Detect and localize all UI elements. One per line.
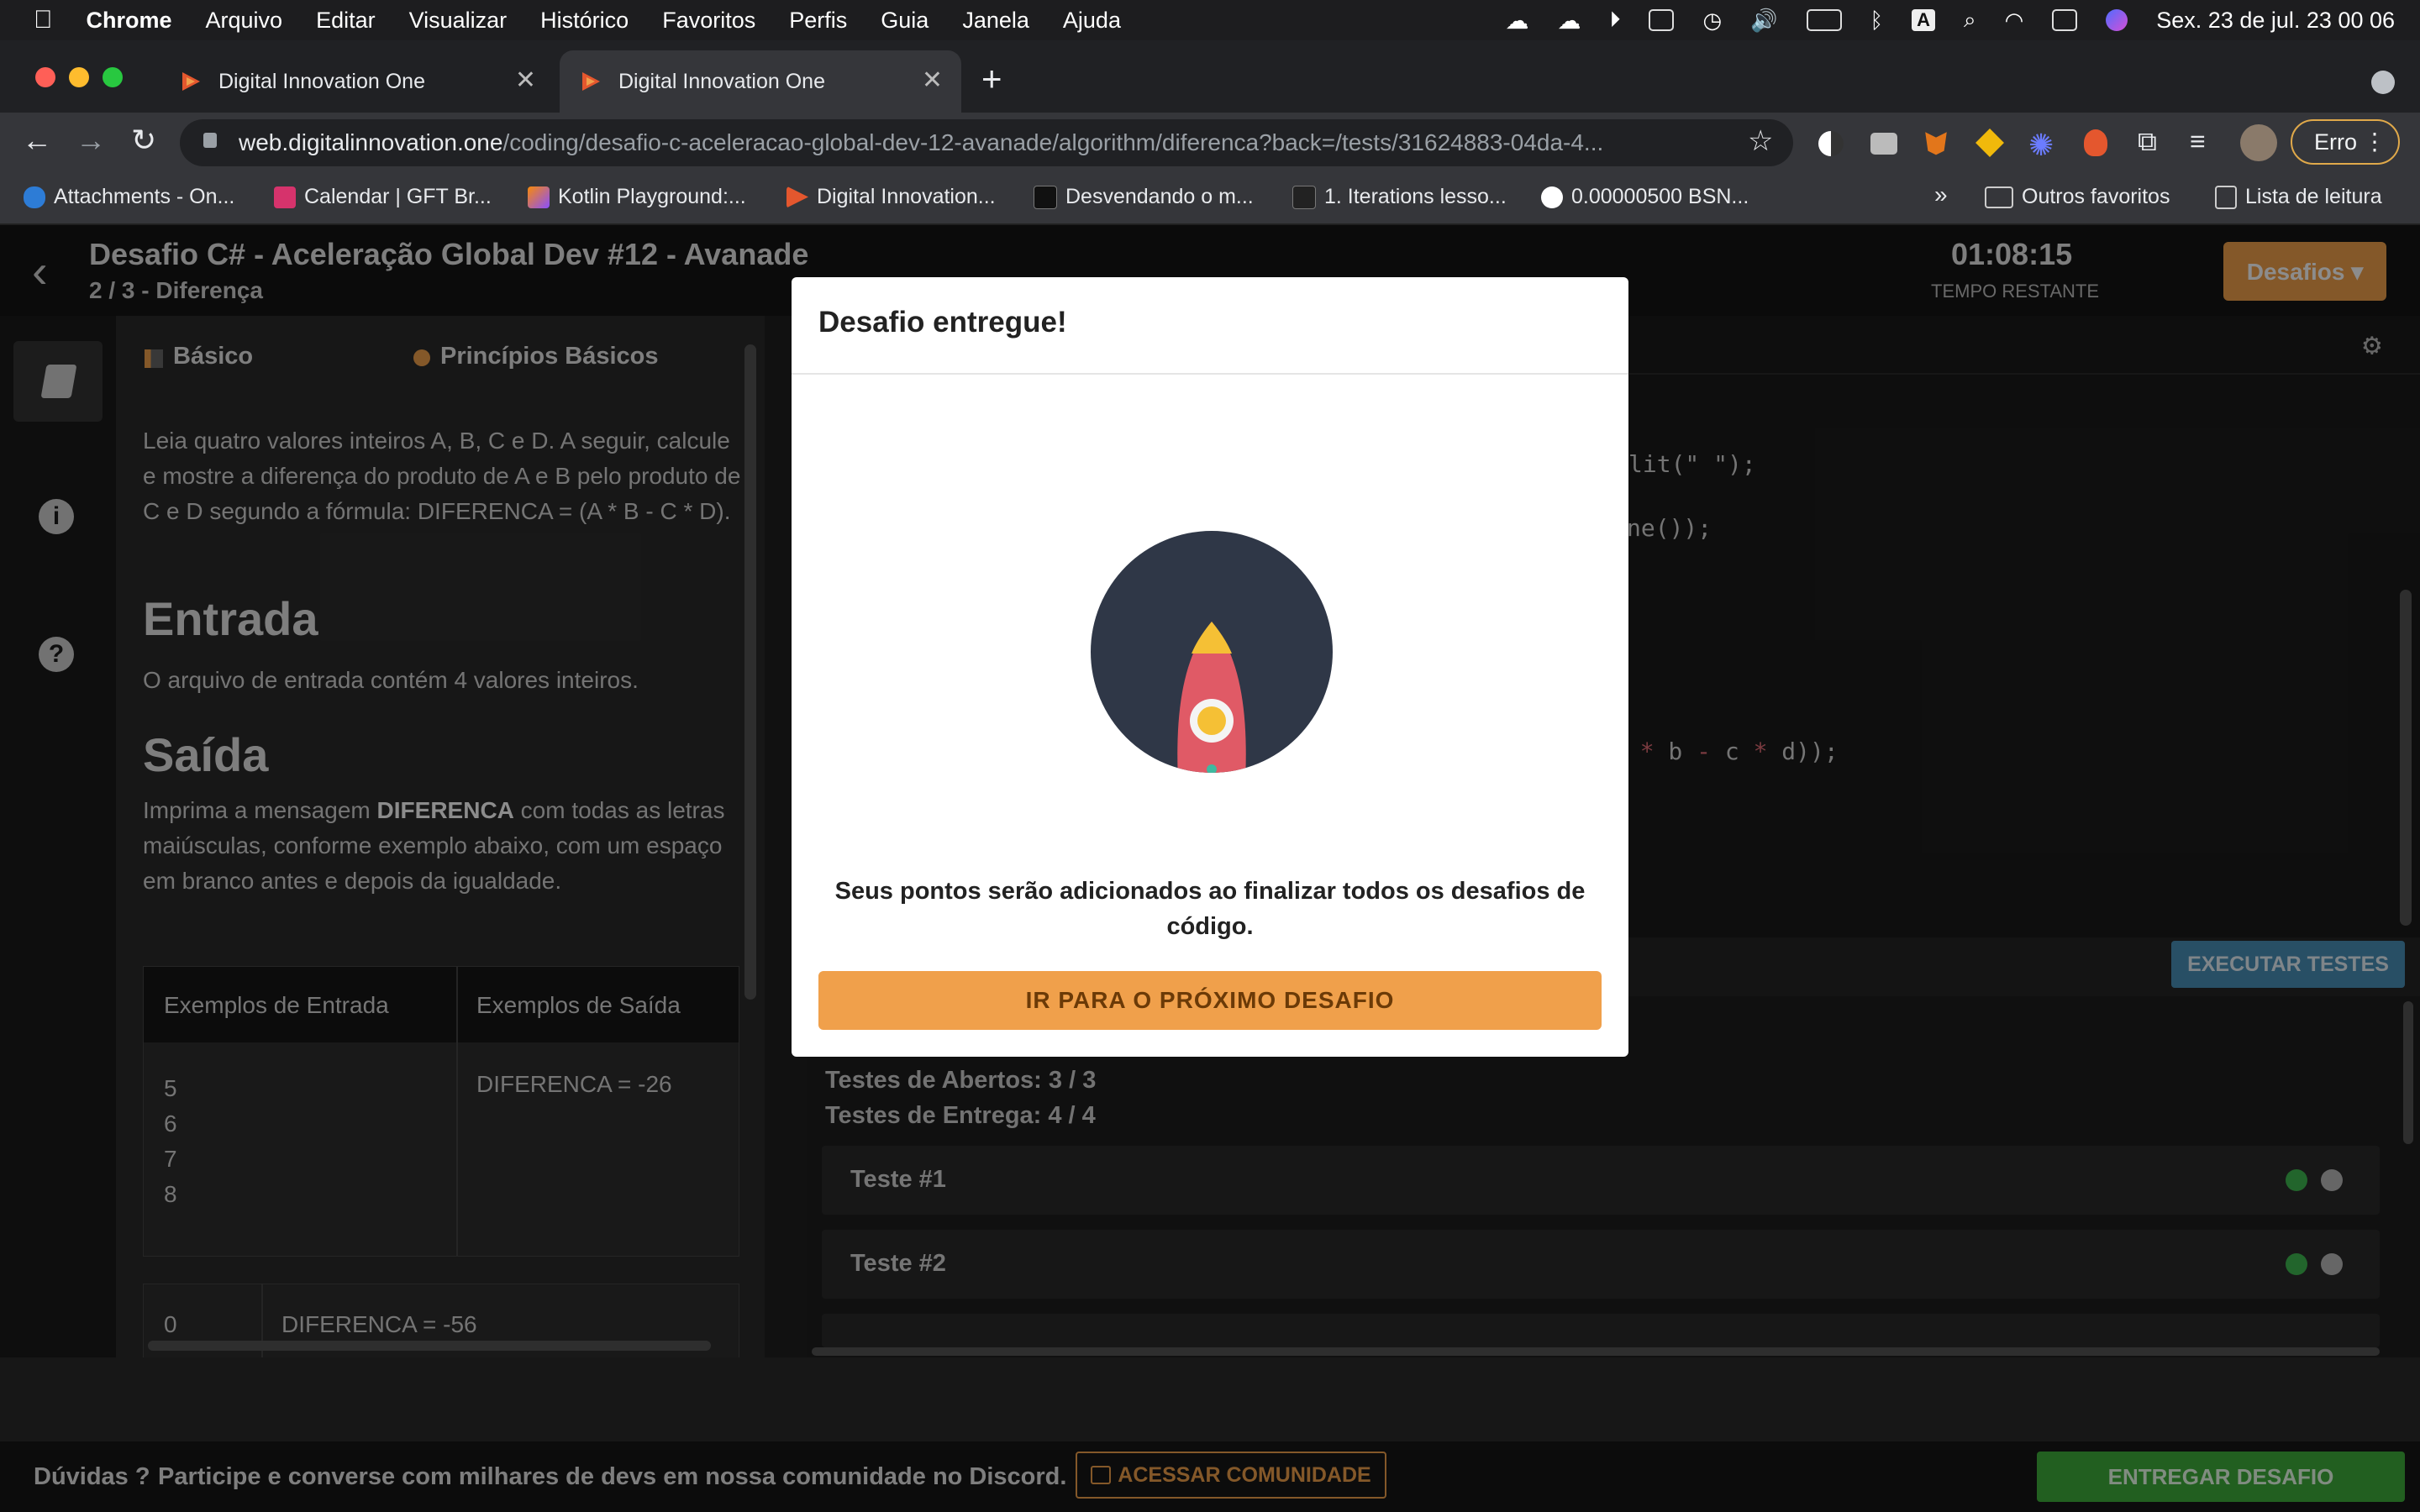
bluetooth-icon[interactable]: ᛒ [1870,8,1884,34]
bookmark-label: Attachments - On... [54,185,235,208]
bookmark-label: 0.00000500 BSN... [1571,185,1749,208]
clock-icon[interactable]: ◷ [1702,8,1722,34]
macos-menubar:  Chrome Arquivo Editar Visualizar Histó… [0,0,2420,40]
bookmark-other-favorites[interactable]: Outros favoritos [1985,185,2170,209]
onedrive-icon [24,186,45,208]
reading-list-icon [2215,185,2237,209]
bookmarks-bar: Attachments - On... Calendar | GFT Br...… [0,173,2420,224]
bookmarks-overflow-icon[interactable]: » [1934,181,1948,208]
menu-item-historico[interactable]: Histórico [540,8,629,34]
extensions-puzzle-icon[interactable]: ⧉ [2138,126,2157,158]
dio-favicon-icon [786,186,808,208]
siri-icon[interactable] [2106,9,2128,31]
bookmark-label: Calendar | GFT Br... [304,185,492,208]
tab-search-icon[interactable] [2371,71,2395,94]
dev-to-icon [1034,185,1057,209]
modal-divider [792,373,1628,375]
extension-dark-reader-icon[interactable] [1818,131,1844,156]
bookmark-label: Outros favoritos [2022,185,2170,208]
new-tab-button[interactable]: + [981,59,1002,99]
bookmark-dev[interactable]: Desvendando o m... [1034,185,1254,209]
x-circle-icon [1541,186,1563,208]
extension-camera-icon[interactable] [1870,133,1897,155]
menu-item-perfis[interactable]: Perfis [789,8,847,34]
calendar-m-icon [274,186,296,208]
window-icon[interactable] [1649,9,1675,31]
dio-favicon-icon [582,72,600,91]
menu-app-name[interactable]: Chrome [87,8,172,34]
apple-icon[interactable]:  [34,6,53,34]
cloud-icon[interactable]: ☁ [1505,7,1528,34]
close-window-button[interactable] [35,67,55,87]
bookmark-attachments[interactable]: Attachments - On... [24,185,234,209]
tab-1-title: Digital Innovation One [218,69,425,93]
dio-favicon-icon [182,72,200,91]
menu-item-favoritos[interactable]: Favoritos [662,8,755,34]
bookmark-iterations[interactable]: 1. Iterations lesso... [1292,185,1507,209]
tab-2-active[interactable]: Digital Innovation One ✕ [560,50,961,113]
next-challenge-label: IR PARA O PRÓXIMO DESAFIO [1025,987,1395,1013]
menu-item-visualizar[interactable]: Visualizar [409,8,508,34]
forward-arrow-icon[interactable]: → [76,123,106,158]
bookmark-bsn[interactable]: 0.00000500 BSN... [1541,185,1749,209]
wifi-icon[interactable]: ◠ [2005,8,2024,34]
menu-item-guia[interactable]: Guia [881,8,929,34]
menu-item-arquivo[interactable]: Arquivo [206,8,283,34]
play-circle-icon[interactable]: ⏵ [1609,7,1620,34]
bookmark-star-icon[interactable]: ☆ [1748,124,1773,158]
folder-icon [1985,186,2013,208]
cloud-icon-2[interactable]: ☁ [1557,7,1581,34]
kotlin-icon [528,186,550,208]
reading-list[interactable]: Lista de leitura [2215,185,2382,209]
menubar-clock[interactable]: Sex. 23 de jul. 23 00 06 [2156,8,2395,34]
modal-backdrop-bottom[interactable] [0,1357,2420,1512]
zoom-window-button[interactable] [103,67,123,87]
control-center-icon[interactable] [2052,9,2078,31]
extension-flower-icon[interactable]: ✺ [2028,128,2054,163]
challenge-submitted-modal: Desafio entregue! Seus pontos serão adic… [792,277,1628,1057]
keyboard-input-icon[interactable]: A [1912,9,1936,31]
menu-item-janela[interactable]: Janela [962,8,1029,34]
bookmark-label: Desvendando o m... [1065,185,1254,208]
url-path: /coding/desafio-c-aceleracao-global-dev-… [502,129,1604,155]
tab-2-title: Digital Innovation One [618,69,825,93]
kebab-menu-icon: ⋮ [2363,129,2386,155]
menu-item-editar[interactable]: Editar [316,8,376,34]
menu-item-ajuda[interactable]: Ajuda [1063,8,1121,34]
volume-icon[interactable]: 🔊 [1750,8,1777,34]
media-control-icon[interactable]: ≡ [2190,126,2206,157]
bookmark-label: Lista de leitura [2245,185,2382,208]
minimize-window-button[interactable] [69,67,89,87]
bookmark-kotlin[interactable]: Kotlin Playground:... [528,185,746,209]
address-bar[interactable]: web.digitalinnovation.one/coding/desafio… [180,119,1793,166]
bookmark-label: 1. Iterations lesso... [1324,185,1507,208]
extension-flame-icon[interactable] [2084,129,2107,156]
battery-icon[interactable] [1806,9,1842,31]
profile-error-button[interactable]: Erro ⋮ [2291,119,2400,165]
profile-avatar[interactable] [2240,124,2277,161]
tab-1-close-icon[interactable]: ✕ [515,66,536,95]
bookmark-label: Kotlin Playground:... [558,185,746,208]
tab-1[interactable]: Digital Innovation One ✕ [160,50,555,113]
modal-title: Desafio entregue! [818,306,1067,339]
lock-icon[interactable] [203,133,217,148]
reload-icon[interactable]: ↻ [131,123,156,158]
url-host: web.digitalinnovation.one [239,129,503,155]
bookmark-label: Digital Innovation... [817,185,996,208]
bookmark-dio[interactable]: Digital Innovation... [786,185,996,209]
codility-icon [1292,185,1316,209]
bookmark-calendar[interactable]: Calendar | GFT Br... [274,185,492,209]
profile-error-label: Erro [2314,129,2358,155]
spotlight-search-icon[interactable]: ⌕ [1964,7,1976,34]
modal-message: Seus pontos serão adicionados ao finaliz… [834,878,1586,940]
rocket-icon [1091,531,1333,773]
next-challenge-button[interactable]: IR PARA O PRÓXIMO DESAFIO [818,971,1602,1030]
back-arrow-icon[interactable]: ← [22,123,52,158]
tab-2-close-icon[interactable]: ✕ [922,66,943,95]
